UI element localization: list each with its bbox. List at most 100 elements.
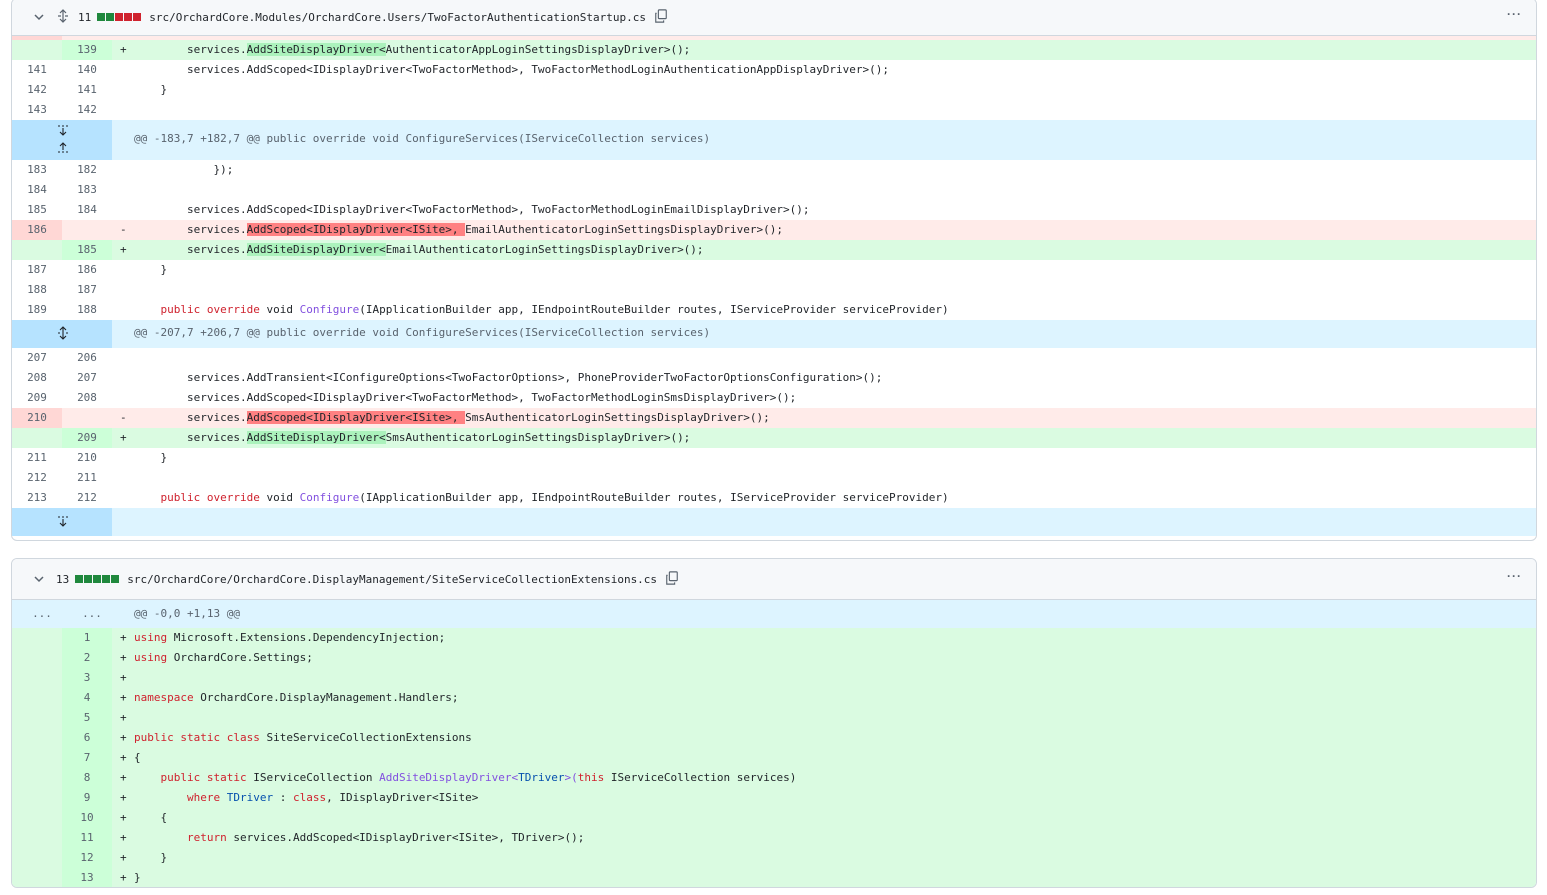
new-line-number[interactable]: 206 [62,348,112,368]
old-line-number[interactable]: 213 [12,488,62,508]
hunk-header-text: @@ -0,0 +1,13 @@ [134,607,240,620]
code-text: OrchardCore.DisplayManagement.Handlers; [193,691,459,704]
code-text: EmailAuthenticatorLoginSettingsDisplayDr… [465,223,784,236]
new-line-number[interactable]: 183 [62,180,112,200]
diff-marker: + [120,771,127,784]
new-line-number[interactable] [62,408,112,428]
old-line-number[interactable]: 187 [12,260,62,280]
code-text: services.AddScoped<IDisplayDriver<ISite>… [226,831,585,844]
old-line-number[interactable] [12,768,62,788]
old-line-number[interactable]: 188 [12,280,62,300]
expand-down-icon[interactable] [56,514,70,528]
new-line-number[interactable]: 185 [62,240,112,260]
new-line-number[interactable] [62,220,112,240]
new-line-number[interactable]: 187 [62,280,112,300]
old-line-number[interactable] [12,788,62,808]
new-line-ellipsis: ... [82,607,102,620]
old-line-number[interactable] [12,40,62,60]
chevron-down-icon[interactable] [32,572,46,586]
diffstat-bar [75,575,120,583]
old-line-number[interactable] [12,240,62,260]
chevron-down-icon[interactable] [32,10,46,24]
new-line-number[interactable]: 141 [62,80,112,100]
old-line-number[interactable]: 185 [12,200,62,220]
code-line: where TDriver : class, IDisplayDriver<IS… [134,788,478,808]
old-line-number[interactable] [12,628,62,648]
old-line-number[interactable]: 207 [12,348,62,368]
new-line-number[interactable]: 4 [62,688,112,708]
code-line: namespace OrchardCore.DisplayManagement.… [134,688,459,708]
old-line-number[interactable]: 183 [12,160,62,180]
new-line-number[interactable]: 142 [62,100,112,120]
old-line-number[interactable] [12,868,62,887]
diff-row-context: 207 206 [12,348,1536,368]
file-path[interactable]: src/OrchardCore.Modules/OrchardCore.User… [149,11,646,24]
expand-down-icon[interactable] [56,141,70,155]
copy-icon[interactable] [654,8,668,26]
old-line-number[interactable] [12,808,62,828]
diff-marker: + [120,751,127,764]
diff-row-context: 184 183 [12,180,1536,200]
old-line-number[interactable]: 208 [12,368,62,388]
expand-all-icon[interactable] [56,326,70,340]
old-line-number[interactable]: 209 [12,388,62,408]
new-line-number[interactable]: 1 [62,628,112,648]
old-line-number[interactable] [12,828,62,848]
hunk-header: @@ -183,7 +182,7 @@ public override void… [12,120,1536,160]
kebab-horizontal-icon[interactable]: ··· [1507,7,1522,21]
new-line-number[interactable]: 188 [62,300,112,320]
old-line-number[interactable]: 189 [12,300,62,320]
diff-row-added: 3 + [12,668,1536,688]
old-line-number[interactable] [12,668,62,688]
old-line-number[interactable] [12,728,62,748]
new-line-number[interactable]: 2 [62,648,112,668]
method-name: Configure [299,303,360,316]
diff-row-context: 208 207 services.AddTransient<IConfigure… [12,368,1536,388]
new-line-number[interactable]: 184 [62,200,112,220]
new-line-number[interactable]: 139 [62,40,112,60]
new-line-number[interactable]: 207 [62,368,112,388]
expand-up-icon[interactable] [56,123,70,137]
new-line-number[interactable]: 9 [62,788,112,808]
expand-all-icon[interactable] [56,8,70,26]
old-line-number[interactable] [12,708,62,728]
new-line-number[interactable]: 182 [62,160,112,180]
new-line-number[interactable]: 186 [62,260,112,280]
new-line-number[interactable]: 13 [62,868,112,887]
old-line-number[interactable] [12,648,62,668]
diffstat-add-square [97,13,106,21]
old-line-number[interactable]: 184 [12,180,62,200]
new-line-number[interactable]: 5 [62,708,112,728]
new-line-number[interactable]: 208 [62,388,112,408]
new-line-number[interactable]: 212 [62,488,112,508]
new-line-number[interactable]: 210 [62,448,112,468]
old-line-number[interactable]: 141 [12,60,62,80]
new-line-number[interactable]: 12 [62,848,112,868]
code-text: EmailAuthenticatorLoginSettingsDisplayDr… [385,243,704,256]
new-line-number[interactable]: 211 [62,468,112,488]
copy-icon[interactable] [665,570,679,588]
new-line-number[interactable]: 10 [62,808,112,828]
new-line-number[interactable]: 11 [62,828,112,848]
new-line-number[interactable]: 3 [62,668,112,688]
new-line-number[interactable]: 6 [62,728,112,748]
old-line-number[interactable] [12,428,62,448]
code-text: , IDisplayDriver<ISite> [326,791,479,804]
old-line-number[interactable] [12,848,62,868]
new-line-number[interactable]: 140 [62,60,112,80]
new-line-number[interactable]: 209 [62,428,112,448]
old-line-number[interactable]: 143 [12,100,62,120]
old-line-number[interactable]: 186 [12,220,62,240]
new-line-number[interactable]: 7 [62,748,112,768]
old-line-number[interactable] [12,748,62,768]
old-line-number[interactable]: 212 [12,468,62,488]
old-line-number[interactable]: 142 [12,80,62,100]
old-line-number[interactable]: 211 [12,448,62,468]
new-line-number[interactable]: 8 [62,768,112,788]
code-line: public override void Configure(IApplicat… [134,488,949,508]
file-path[interactable]: src/OrchardCore/OrchardCore.DisplayManag… [127,573,657,586]
kebab-horizontal-icon[interactable]: ··· [1507,569,1522,583]
old-line-number[interactable]: 210 [12,408,62,428]
old-line-number[interactable] [12,688,62,708]
